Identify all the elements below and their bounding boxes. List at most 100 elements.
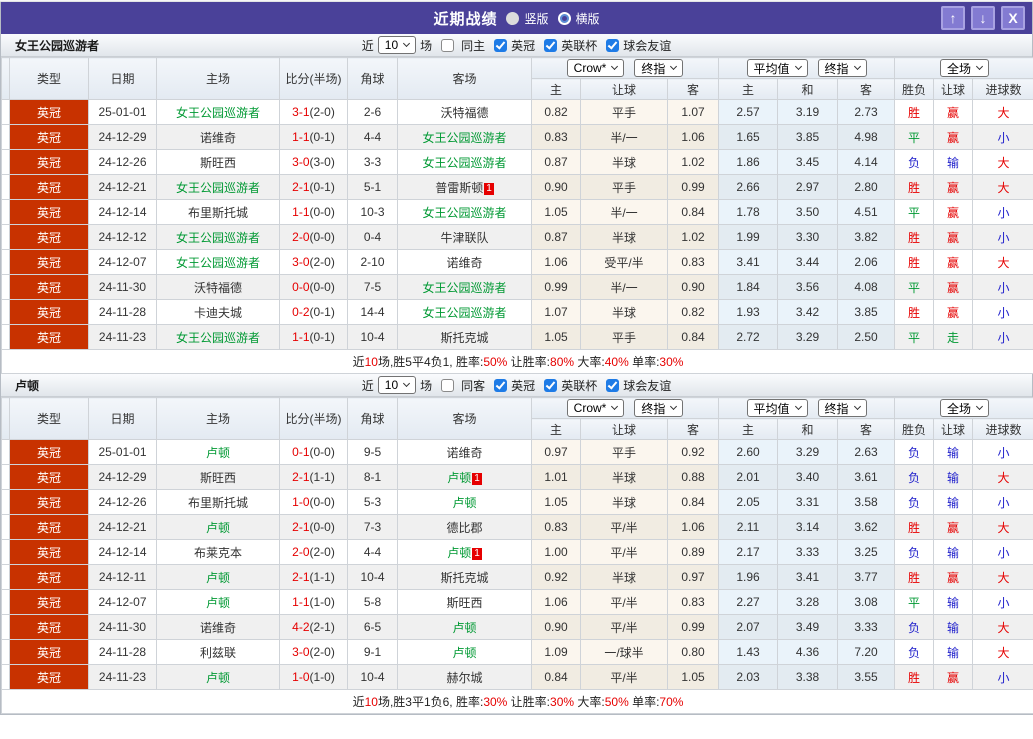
friendly-label[interactable]: 球会友谊 [623, 377, 671, 394]
chevron-down-icon [853, 402, 861, 411]
league-championship-label[interactable]: 英冠 [511, 377, 535, 394]
row-edge-spacer [1, 124, 10, 150]
match-count-select[interactable]: 10 [377, 36, 417, 54]
sub-header-hcap-line: 让球 [580, 78, 668, 100]
league-cup-label[interactable]: 英联杯 [561, 377, 597, 394]
team-section: 女王公园巡游者 近 10 场 同主 英冠 英联杯 球会友谊 类型 日期 主场 比… [0, 34, 1033, 374]
summary-text: 让胜率: [507, 355, 551, 369]
sub-header-hcap-result: 让球 [933, 78, 974, 100]
same-venue-label[interactable]: 同主 [461, 37, 485, 54]
league-championship-checkbox[interactable] [494, 38, 508, 52]
summary-row: 近10场,胜5平4负1, 胜率:50% 让胜率:80% 大率:40% 单率:30… [0, 349, 1033, 374]
handicap-line: 平/半 [580, 514, 668, 540]
titlebar: 近期战绩 竖版 横版 ↑ ↓ X [1, 2, 1032, 34]
score-cell: 2-1(0-1) [279, 174, 348, 200]
corners-cell: 3-3 [347, 149, 398, 175]
handicap-result-cell: 输 [933, 489, 974, 515]
goals-result-cell: 大 [972, 149, 1033, 175]
fulltime-score: 1-1 [292, 130, 310, 144]
odds-stage-select[interactable]: 终指 [634, 59, 684, 77]
average-stage-select[interactable]: 终指 [817, 59, 867, 77]
match-row: 英冠 24-11-28 利兹联 3-0(2-0) 9-1 卢顿 1.09 一/球半 0.80 1.… [1, 639, 1033, 665]
odds-company-select[interactable]: Crow* [566, 399, 625, 417]
result-cell: 负 [894, 149, 935, 175]
close-button[interactable]: X [1001, 6, 1025, 30]
col-header-score: 比分(半场) [279, 57, 348, 100]
chevron-down-icon [611, 62, 619, 71]
layout-option-horizontal[interactable]: 横版 [557, 10, 600, 27]
col-header-away: 客场 [397, 397, 532, 440]
red-card-badge: 1 [472, 472, 482, 485]
avg-draw-odds: 3.49 [777, 614, 839, 640]
result-cell: 平 [894, 199, 935, 225]
match-row: 英冠 24-11-30 沃特福德 0-0(0-0) 7-5 女王公园巡游者 0.99 半/一 0… [1, 274, 1033, 300]
match-count-select[interactable]: 10 [377, 376, 417, 394]
halftime-score: (2-0) [309, 105, 335, 119]
fulltime-score: 2-1 [292, 520, 310, 534]
handicap-line: 平/半 [580, 589, 668, 615]
average-type-select[interactable]: 平均值 [746, 59, 808, 77]
odds-company-select[interactable]: Crow* [566, 59, 625, 77]
home-team-cell: 女王公园巡游者 [156, 224, 280, 250]
result-cell: 胜 [894, 514, 935, 540]
corners-cell: 8-1 [347, 464, 398, 490]
match-row: 英冠 24-12-14 布莱克本 2-0(2-0) 4-4 卢顿 1 1.00 平/半 0.89 2… [1, 539, 1033, 565]
same-venue-checkbox[interactable] [441, 378, 455, 392]
row-edge-spacer [1, 199, 10, 225]
sub-header-hcap-away: 客 [666, 78, 720, 100]
league-cup-label[interactable]: 英联杯 [561, 37, 597, 54]
summary-stat-value: 50% [604, 695, 629, 709]
match-scope-select[interactable]: 全场 [940, 59, 990, 77]
team-name: 沃特福德 [193, 280, 242, 295]
home-team-cell: 布莱克本 [156, 539, 280, 565]
same-venue-checkbox[interactable] [441, 38, 455, 52]
radio-vertical-icon[interactable] [506, 11, 520, 25]
sub-header-result: 胜负 [894, 418, 935, 440]
move-down-button[interactable]: ↓ [971, 6, 995, 30]
col-header-corners: 角球 [347, 57, 398, 100]
home-team-cell: 卢顿 [156, 514, 280, 540]
home-team-cell: 布里斯托城 [156, 489, 280, 515]
layout-option-vertical[interactable]: 竖版 [506, 10, 549, 27]
corners-cell: 10-4 [347, 664, 398, 690]
league-cell: 英冠 [9, 199, 89, 225]
handicap-home-odds: 1.05 [531, 199, 581, 225]
friendly-checkbox[interactable] [606, 378, 620, 392]
goals-result-cell: 小 [972, 299, 1033, 325]
league-championship-label[interactable]: 英冠 [511, 37, 535, 54]
goals-result-cell: 小 [972, 664, 1033, 690]
league-cup-checkbox[interactable] [544, 38, 558, 52]
average-stage-select[interactable]: 终指 [817, 399, 867, 417]
team-name: 卢顿 [452, 495, 477, 510]
league-cup-checkbox[interactable] [544, 378, 558, 392]
radio-horizontal-icon[interactable] [557, 11, 571, 25]
friendly-label[interactable]: 球会友谊 [623, 37, 671, 54]
date-cell: 25-01-01 [88, 439, 157, 465]
radio-vertical-label[interactable]: 竖版 [524, 10, 548, 27]
average-type-select[interactable]: 平均值 [746, 399, 808, 417]
away-team-cell: 卢顿 [397, 489, 532, 515]
handicap-home-odds: 0.82 [531, 99, 581, 125]
league-cell: 英冠 [9, 539, 89, 565]
same-venue-label[interactable]: 同客 [461, 377, 485, 394]
summary-text: 单率: [628, 355, 660, 369]
team-name: 女王公园巡游者 [175, 180, 260, 195]
radio-horizontal-label[interactable]: 横版 [576, 10, 600, 27]
league-cell: 英冠 [9, 99, 89, 125]
corners-cell: 4-4 [347, 124, 398, 150]
goals-result-cell: 小 [972, 439, 1033, 465]
home-team-cell: 女王公园巡游者 [156, 99, 280, 125]
move-up-button[interactable]: ↑ [941, 6, 965, 30]
sub-header-hcap-home: 主 [531, 78, 581, 100]
match-scope-select[interactable]: 全场 [940, 399, 990, 417]
friendly-checkbox[interactable] [606, 38, 620, 52]
league-championship-checkbox[interactable] [494, 378, 508, 392]
fulltime-score: 0-0 [292, 280, 310, 294]
chevron-down-icon [853, 62, 861, 71]
team-name: 卢顿 [452, 645, 477, 660]
handicap-home-odds: 0.90 [531, 174, 581, 200]
odds-stage-select[interactable]: 终指 [634, 399, 684, 417]
away-team-cell: 女王公园巡游者 [397, 274, 532, 300]
match-row: 英冠 24-12-11 卢顿 2-1(1-1) 10-4 斯托克城 0.92 半球 0.97 1.… [1, 564, 1033, 590]
row-edge-spacer [1, 439, 10, 465]
